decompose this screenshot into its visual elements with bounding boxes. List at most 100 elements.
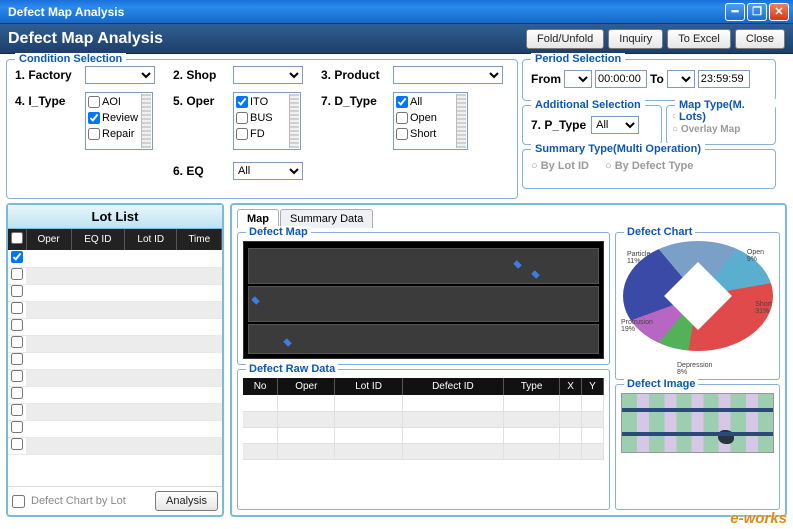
- radio-icon: ○: [605, 160, 612, 172]
- itype-repair-label: Repair: [102, 128, 134, 140]
- oper-bus-checkbox[interactable]: [236, 112, 248, 124]
- raw-col-lotid: Lot ID: [335, 378, 402, 395]
- defect-raw-table[interactable]: No Oper Lot ID Defect ID Type X Y: [243, 378, 604, 460]
- from-date-select[interactable]: [564, 70, 592, 88]
- window-minimize-button[interactable]: ━: [725, 3, 745, 21]
- map-summary-panel: Map Summary Data Defect Map Defect Raw D…: [230, 203, 787, 517]
- oper-list[interactable]: ITO BUS FD: [233, 92, 301, 150]
- defect-chart-by-lot-label: Defect Chart by Lot: [31, 495, 126, 507]
- from-time-input[interactable]: [595, 70, 647, 88]
- ptype-label: 7. P_Type: [531, 118, 586, 132]
- lotlist-row-checkbox[interactable]: [11, 302, 23, 314]
- lotlist-row-checkbox[interactable]: [11, 353, 23, 365]
- window-titlebar: Defect Map Analysis ━ ❐ ✕: [0, 0, 793, 24]
- lot-list-title: Lot List: [8, 205, 222, 229]
- period-legend: Period Selection: [531, 53, 625, 65]
- radio-icon: ○: [531, 160, 538, 172]
- lotlist-col-eqid: EQ ID: [71, 229, 124, 250]
- itype-review-checkbox[interactable]: [88, 112, 100, 124]
- shop-label: 2. Shop: [173, 68, 216, 82]
- itype-aoi-label: AOI: [102, 96, 121, 108]
- lotlist-select-all-checkbox[interactable]: [11, 232, 23, 244]
- to-time-input[interactable]: [698, 70, 750, 88]
- lotlist-col-lotid: Lot ID: [125, 229, 177, 250]
- to-date-select[interactable]: [667, 70, 695, 88]
- oper-label: 5. Oper: [173, 94, 214, 108]
- oper-bus-label: BUS: [250, 112, 273, 124]
- dtype-all-checkbox[interactable]: [396, 96, 408, 108]
- defect-chart-panel: Defect Chart Particle11% Open9% Short31%…: [615, 232, 780, 380]
- by-lotid-option[interactable]: By Lot ID: [541, 160, 589, 172]
- itype-list[interactable]: AOI Review Repair: [85, 92, 153, 150]
- defect-image-view[interactable]: [621, 393, 774, 453]
- shop-select[interactable]: [233, 66, 303, 84]
- itype-repair-checkbox[interactable]: [88, 128, 100, 140]
- lot-list-panel: Lot List Oper EQ ID Lot ID Time: [6, 203, 224, 517]
- lotlist-row-checkbox[interactable]: [11, 387, 23, 399]
- factory-label: 1. Factory: [15, 68, 72, 82]
- fold-unfold-button[interactable]: Fold/Unfold: [526, 29, 604, 49]
- lotlist-row-checkbox[interactable]: [11, 336, 23, 348]
- lotlist-row-checkbox[interactable]: [11, 268, 23, 280]
- lot-list-table[interactable]: Oper EQ ID Lot ID Time: [8, 229, 222, 455]
- maptype-legend: Map Type(M. Lots): [675, 99, 775, 123]
- close-button[interactable]: Close: [735, 29, 785, 49]
- dtype-list[interactable]: All Open Short: [393, 92, 468, 150]
- additional-selection-panel: Additional Selection 7. P_Type All: [522, 105, 662, 145]
- analysis-button[interactable]: Analysis: [155, 491, 218, 511]
- dtype-all-label: All: [410, 96, 422, 108]
- defect-image-panel: Defect Image: [615, 384, 780, 510]
- map-type-panel: Map Type(M. Lots) ○ Gallery Map ○ Overla…: [666, 105, 776, 145]
- oper-fd-label: FD: [250, 128, 265, 140]
- oper-ito-checkbox[interactable]: [236, 96, 248, 108]
- dtype-label: 7. D_Type: [321, 94, 377, 108]
- oper-scroll-grip[interactable]: [289, 94, 299, 148]
- overlay-map-option[interactable]: Overlay Map: [681, 124, 740, 135]
- product-select[interactable]: [393, 66, 503, 84]
- lotlist-row-checkbox[interactable]: [11, 438, 23, 450]
- defect-map-legend: Defect Map: [246, 226, 311, 238]
- dtype-short-label: Short: [410, 128, 436, 140]
- lotlist-row-checkbox[interactable]: [11, 404, 23, 416]
- raw-col-x: X: [560, 378, 582, 395]
- defect-chart-by-lot-checkbox[interactable]: [12, 495, 25, 508]
- raw-col-no: No: [243, 378, 278, 395]
- dtype-open-label: Open: [410, 112, 437, 124]
- dtype-scroll-grip[interactable]: [456, 94, 466, 148]
- lotlist-row-checkbox[interactable]: [11, 421, 23, 433]
- defect-map-panel: Defect Map: [237, 232, 610, 365]
- oper-fd-checkbox[interactable]: [236, 128, 248, 140]
- lotlist-row-checkbox[interactable]: [11, 370, 23, 382]
- page-title: Defect Map Analysis: [8, 30, 522, 48]
- lotlist-row-checkbox[interactable]: [11, 251, 23, 263]
- itype-scroll-grip[interactable]: [141, 94, 151, 148]
- from-label: From: [531, 72, 561, 86]
- radio-icon: ○: [672, 124, 678, 135]
- lotlist-row-checkbox[interactable]: [11, 285, 23, 297]
- ptype-select[interactable]: All: [591, 116, 639, 134]
- itype-aoi-checkbox[interactable]: [88, 96, 100, 108]
- defect-blot: [718, 430, 734, 444]
- defect-pie-chart: Particle11% Open9% Short31% Depression8%…: [621, 241, 774, 374]
- lotlist-row-checkbox[interactable]: [11, 319, 23, 331]
- factory-select[interactable]: [85, 66, 155, 84]
- to-excel-button[interactable]: To Excel: [667, 29, 731, 49]
- window-close-button[interactable]: ✕: [769, 3, 789, 21]
- defect-map-view[interactable]: [243, 241, 604, 359]
- period-selection-panel: Period Selection From To: [522, 59, 776, 101]
- to-label: To: [650, 72, 664, 86]
- eq-select[interactable]: All: [233, 162, 303, 180]
- itype-review-label: Review: [102, 112, 138, 124]
- lotlist-col-oper: Oper: [26, 229, 71, 250]
- window-maximize-button[interactable]: ❐: [747, 3, 767, 21]
- inquiry-button[interactable]: Inquiry: [608, 29, 663, 49]
- raw-col-defectid: Defect ID: [402, 378, 503, 395]
- condition-selection-panel: Condition Selection 1. Factory 2. Shop 3…: [6, 59, 518, 199]
- summary-type-panel: Summary Type(Multi Operation) ○ By Lot I…: [522, 149, 776, 189]
- by-defecttype-option[interactable]: By Defect Type: [615, 160, 694, 172]
- dtype-short-checkbox[interactable]: [396, 128, 408, 140]
- raw-col-y: Y: [582, 378, 604, 395]
- dtype-open-checkbox[interactable]: [396, 112, 408, 124]
- itype-label: 4. I_Type: [15, 94, 65, 108]
- oper-ito-label: ITO: [250, 96, 268, 108]
